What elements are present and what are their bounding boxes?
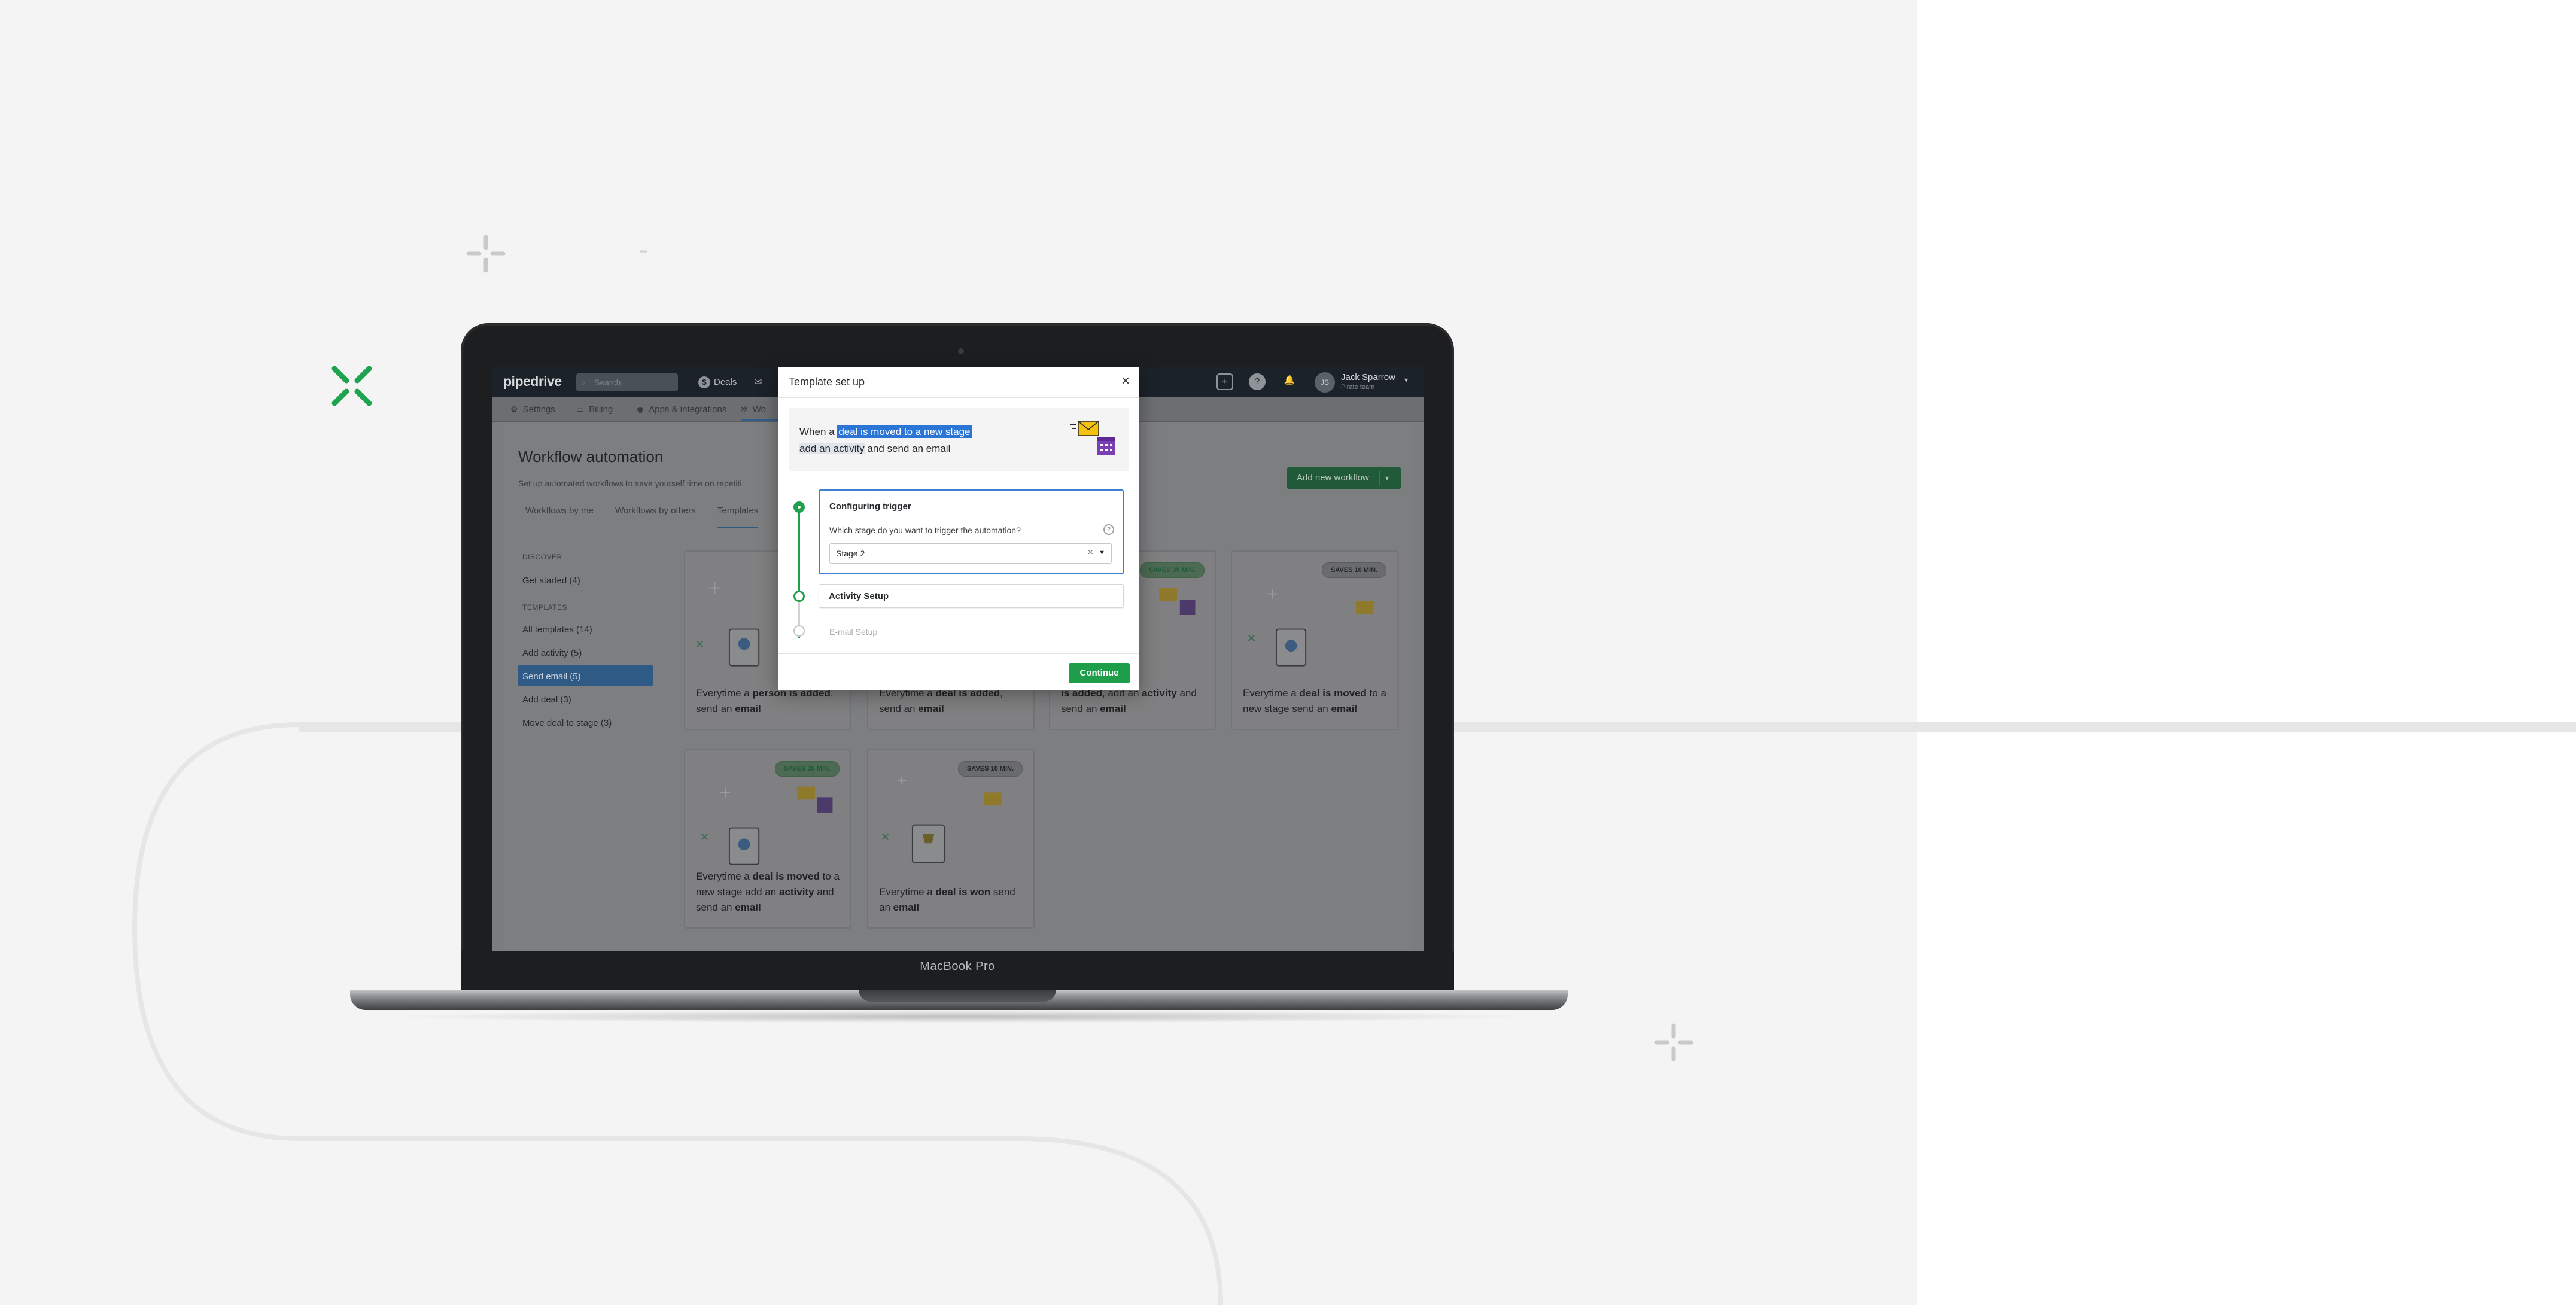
chevron-down-icon[interactable]: ▾ — [1404, 376, 1408, 384]
user-subtitle: Pirate team — [1341, 384, 1375, 391]
workflow-icon: ✲ — [741, 404, 748, 414]
add-new-workflow-button[interactable]: Add new workflow ▾ — [1287, 467, 1401, 489]
summary-line-1: When a deal is moved to a new stage — [799, 425, 972, 438]
mail-icon: ✉ — [754, 377, 762, 387]
pipedrive-logo[interactable]: pipedrive — [503, 373, 562, 390]
sidebar-heading-discover: DISCOVER — [522, 553, 562, 561]
stage-select[interactable]: Stage 2 × ▼ — [829, 543, 1112, 564]
template-card[interactable]: SAVES 10 MIN. Everytime a deal is won se… — [867, 749, 1035, 929]
avatar[interactable]: JS — [1315, 372, 1335, 393]
subnav-workflow-label: Wo — [752, 404, 766, 415]
tab-workflows-by-me[interactable]: Workflows by me — [525, 504, 594, 527]
plus-icon — [1654, 1023, 1693, 1061]
laptop-base-notch — [859, 990, 1056, 1002]
laptop-shadow — [383, 1010, 1538, 1023]
tab-templates[interactable]: Templates — [717, 504, 759, 528]
sidebar-item-add-activity[interactable]: Add activity (5) — [522, 648, 582, 658]
add-icon[interactable]: + — [1216, 373, 1233, 390]
credit-card-icon: ▭ — [576, 404, 585, 414]
step-title: Activity Setup — [829, 591, 889, 601]
bell-icon[interactable]: 🔔 — [1281, 373, 1298, 390]
close-x-decoration-icon — [331, 366, 372, 406]
close-icon[interactable]: × — [1121, 373, 1130, 389]
step-email-setup: E-mail Setup — [829, 627, 878, 637]
step-complete-icon — [793, 501, 805, 513]
page-title: Workflow automation — [518, 448, 664, 466]
card-description: Everytime a deal is moved to a new stage… — [696, 871, 840, 913]
nav-mail[interactable]: ✉ — [754, 375, 762, 390]
card-description: Everytime a deal is won send an email — [879, 886, 1015, 913]
modal-header: Template set up × — [778, 367, 1139, 398]
stage-select-value: Stage 2 — [836, 549, 865, 558]
step-title: Configuring trigger — [829, 501, 911, 512]
template-card[interactable]: SAVES 35 MIN. Everytime a deal is moved … — [684, 749, 851, 929]
template-card[interactable]: SAVES 10 MIN. Everytime a deal is moved … — [1231, 550, 1398, 730]
workflow-summary: When a deal is moved to a new stage add … — [789, 408, 1129, 471]
nav-deals[interactable]: $ Deals — [698, 375, 737, 390]
nav-deals-label: Deals — [714, 377, 737, 387]
gear-icon: ⚙ — [510, 404, 518, 414]
sidebar-item-add-deal[interactable]: Add deal (3) — [522, 695, 571, 705]
step-configuring-trigger: Configuring trigger Which stage do you w… — [819, 489, 1124, 574]
dollar-icon: $ — [698, 376, 710, 388]
user-name[interactable]: Jack Sparrow — [1341, 372, 1395, 382]
clear-icon[interactable]: × — [1088, 547, 1093, 558]
subnav-billing[interactable]: ▭ Billing — [576, 397, 613, 421]
step-activity-setup[interactable]: Activity Setup — [819, 584, 1124, 608]
modal-footer-divider — [778, 653, 1139, 654]
subnav-settings-label: Settings — [522, 404, 555, 415]
laptop-model-label: MacBook Pro — [920, 960, 995, 973]
step-open-icon — [793, 591, 805, 602]
summary-line-2: add an activity and send an email — [799, 443, 951, 454]
envelope-calendar-icon — [1070, 421, 1115, 455]
page-subtitle: Set up automated workflows to save yours… — [518, 479, 742, 488]
deal-envelope-illustration — [1248, 589, 1374, 667]
help-icon[interactable]: ? — [1249, 373, 1266, 390]
subnav-apps-label: Apps & integrations — [649, 404, 727, 415]
search-icon: ⌕ — [581, 378, 586, 387]
add-new-workflow-label: Add new workflow — [1297, 473, 1369, 483]
sidebar-item-move-deal-to-stage[interactable]: Move deal to stage (3) — [522, 718, 612, 728]
search-input[interactable]: ⌕ Search — [576, 373, 678, 391]
chevron-down-icon[interactable]: ▾ — [1385, 467, 1389, 489]
summary-trigger-highlight: deal is moved to a new stage — [837, 425, 972, 438]
camera-dot — [958, 348, 964, 354]
sidebar-heading-templates: TEMPLATES — [522, 603, 567, 612]
continue-button[interactable]: Continue — [1069, 663, 1130, 683]
subnav-billing-label: Billing — [589, 404, 613, 415]
template-setup-modal: Template set up × When a deal is moved t… — [778, 367, 1139, 690]
sidebar-item-get-started[interactable]: Get started (4) — [522, 576, 580, 586]
subnav-settings[interactable]: ⚙ Settings — [510, 397, 555, 421]
sidebar-item-all-templates[interactable]: All templates (14) — [522, 625, 592, 635]
help-icon[interactable]: ? — [1103, 524, 1114, 535]
card-description: Everytime a deal is moved to a new stage… — [1243, 688, 1387, 714]
step-pending-icon — [793, 625, 805, 637]
subnav-apps[interactable]: ▦ Apps & integrations — [636, 397, 726, 421]
deal-envelope-calendar-illustration — [701, 786, 833, 865]
search-placeholder: Search — [594, 378, 621, 387]
button-divider — [1379, 471, 1380, 485]
sidebar-item-send-email[interactable]: Send email (5) — [522, 671, 581, 682]
laptop-bezel-bottom: MacBook Pro — [461, 951, 1454, 990]
stage-question-label: Which stage do you want to trigger the a… — [829, 525, 1021, 535]
modal-title: Template set up — [789, 376, 865, 388]
trophy-envelope-illustration — [881, 776, 1002, 863]
tab-workflows-by-others[interactable]: Workflows by others — [615, 504, 696, 527]
grid-icon: ▦ — [636, 404, 644, 414]
plus-icon — [466, 235, 506, 273]
chevron-down-icon[interactable]: ▼ — [1099, 549, 1105, 556]
